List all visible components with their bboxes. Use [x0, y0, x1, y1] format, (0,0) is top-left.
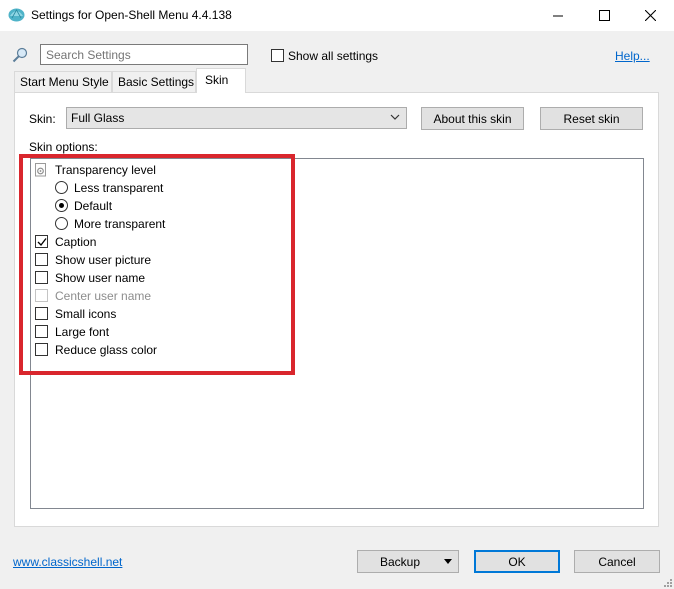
help-link[interactable]: Help...: [615, 49, 650, 63]
settings-window: Settings for Open-Shell Menu 4.4.138 Sho…: [0, 0, 674, 589]
reduce-glass-color-label[interactable]: Reduce glass color: [55, 343, 157, 357]
default-label[interactable]: Default: [74, 199, 112, 213]
center-user-name-checkbox: [35, 289, 48, 302]
less-transparent-radio[interactable]: [55, 181, 68, 194]
show-user-picture-checkbox[interactable]: [35, 253, 48, 266]
chevron-down-icon: [390, 114, 400, 120]
ok-button[interactable]: OK: [474, 550, 560, 573]
large-font-checkbox[interactable]: [35, 325, 48, 338]
caption-checkbox[interactable]: [35, 235, 48, 248]
small-icons-checkbox[interactable]: [35, 307, 48, 320]
title-bar[interactable]: Settings for Open-Shell Menu 4.4.138: [0, 0, 674, 31]
maximize-icon: [598, 10, 610, 21]
skin-dropdown-value: Full Glass: [71, 111, 125, 125]
search-input[interactable]: [40, 44, 248, 65]
settings-group-icon: [35, 163, 46, 177]
tab-basic-settings[interactable]: Basic Settings: [112, 71, 196, 92]
shell-logo-icon: [8, 8, 25, 22]
maximize-button[interactable]: [581, 0, 627, 31]
small-icons-label[interactable]: Small icons: [55, 307, 116, 321]
radio-selected-dot: [59, 203, 64, 208]
reset-skin-button[interactable]: Reset skin: [540, 107, 643, 130]
show-user-name-label[interactable]: Show user name: [55, 271, 145, 285]
classicshell-site-link[interactable]: www.classicshell.net: [13, 555, 122, 569]
minimize-button[interactable]: [535, 0, 581, 31]
cancel-button[interactable]: Cancel: [574, 550, 660, 573]
show-user-name-checkbox[interactable]: [35, 271, 48, 284]
search-icon: [12, 47, 28, 63]
resize-grip-icon[interactable]: [662, 577, 672, 587]
more-transparent-radio[interactable]: [55, 217, 68, 230]
window-title: Settings for Open-Shell Menu 4.4.138: [31, 8, 232, 22]
skin-options-label: Skin options:: [29, 140, 98, 154]
more-transparent-label[interactable]: More transparent: [74, 217, 165, 231]
show-all-settings-checkbox[interactable]: [271, 49, 284, 62]
skin-options-list[interactable]: [30, 158, 644, 509]
close-button[interactable]: [627, 0, 673, 31]
skin-dropdown[interactable]: Full Glass: [66, 107, 407, 129]
minimize-icon: [552, 15, 563, 17]
close-icon: [644, 10, 656, 21]
tab-start-menu-style[interactable]: Start Menu Style: [14, 71, 112, 92]
less-transparent-label[interactable]: Less transparent: [74, 181, 163, 195]
caption-label[interactable]: Caption: [55, 235, 96, 249]
show-all-settings-label[interactable]: Show all settings: [288, 49, 378, 63]
show-user-picture-label[interactable]: Show user picture: [55, 253, 151, 267]
tab-skin[interactable]: Skin: [196, 68, 246, 93]
center-user-name-label: Center user name: [55, 289, 152, 303]
backup-button[interactable]: Backup: [357, 550, 459, 573]
checkmark-icon: [37, 238, 47, 246]
default-radio[interactable]: [55, 199, 68, 212]
backup-button-label: Backup: [379, 554, 421, 569]
skin-label: Skin:: [29, 112, 56, 126]
reduce-glass-color-checkbox[interactable]: [35, 343, 48, 356]
dropdown-arrow-icon: [444, 559, 452, 564]
about-skin-button[interactable]: About this skin: [421, 107, 524, 130]
transparency-level-label: Transparency level: [55, 163, 156, 177]
large-font-label[interactable]: Large font: [55, 325, 109, 339]
